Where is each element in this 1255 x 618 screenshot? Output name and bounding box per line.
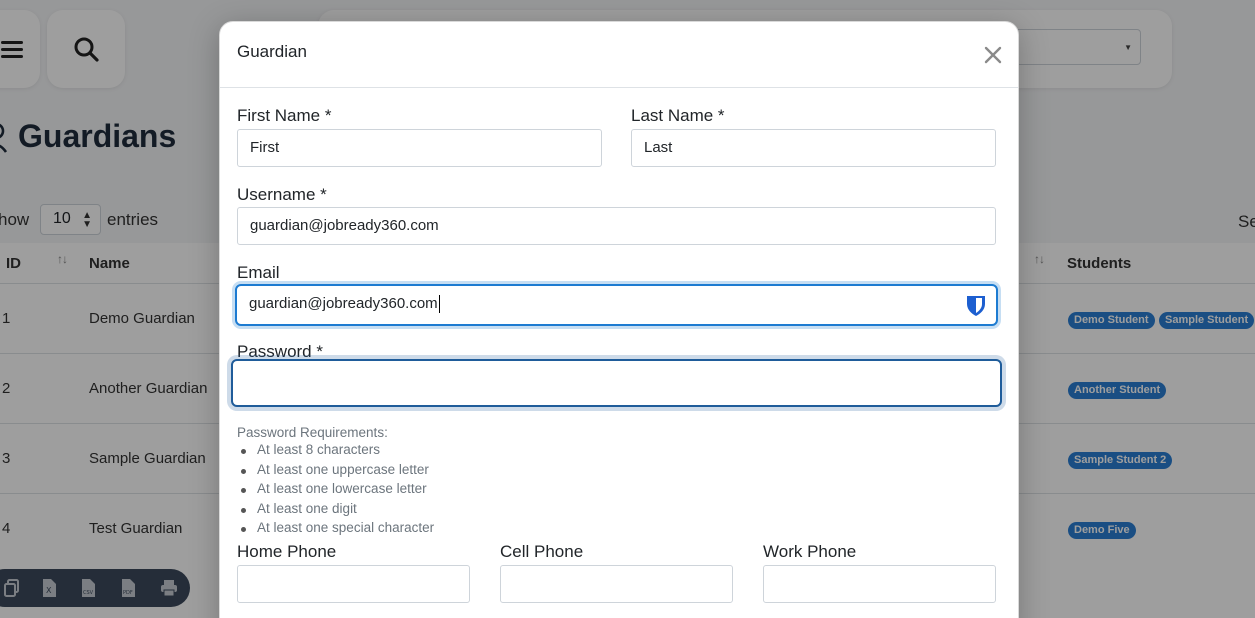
email-input[interactable]: guardian@jobready360.com xyxy=(235,284,998,326)
username-label: Username * xyxy=(237,185,327,204)
password-requirements-title: Password Requirements: xyxy=(237,425,388,440)
list-item: At least 8 characters xyxy=(237,442,434,462)
close-icon xyxy=(984,46,1002,64)
first-name-input[interactable]: First xyxy=(237,129,602,167)
guardian-modal: Guardian First Name * First Last Name * … xyxy=(219,21,1019,618)
close-button[interactable] xyxy=(982,44,1004,66)
cell-phone-label: Cell Phone xyxy=(500,542,584,561)
work-phone-label: Work Phone xyxy=(763,542,857,561)
home-phone-label: Home Phone xyxy=(237,542,337,561)
username-input[interactable]: guardian@jobready360.com xyxy=(237,207,996,245)
list-item: At least one lowercase letter xyxy=(237,481,434,501)
list-item: At least one special character xyxy=(237,520,434,540)
last-name-label: Last Name * xyxy=(631,106,725,125)
email-label: Email xyxy=(237,263,280,282)
password-input[interactable] xyxy=(231,359,1002,407)
email-value: guardian@jobready360.com xyxy=(249,295,438,312)
list-item: At least one uppercase letter xyxy=(237,462,434,482)
home-phone-input[interactable] xyxy=(237,565,470,603)
first-name-label: First Name * xyxy=(237,106,332,125)
text-cursor xyxy=(438,295,440,314)
shield-icon[interactable] xyxy=(966,294,986,324)
work-phone-input[interactable] xyxy=(763,565,996,603)
list-item: At least one digit xyxy=(237,501,434,521)
cell-phone-input[interactable] xyxy=(500,565,733,603)
password-requirements-list: At least 8 characters At least one upper… xyxy=(237,442,434,540)
modal-header: Guardian xyxy=(220,22,1018,88)
last-name-input[interactable]: Last xyxy=(631,129,996,167)
modal-title: Guardian xyxy=(237,42,307,61)
